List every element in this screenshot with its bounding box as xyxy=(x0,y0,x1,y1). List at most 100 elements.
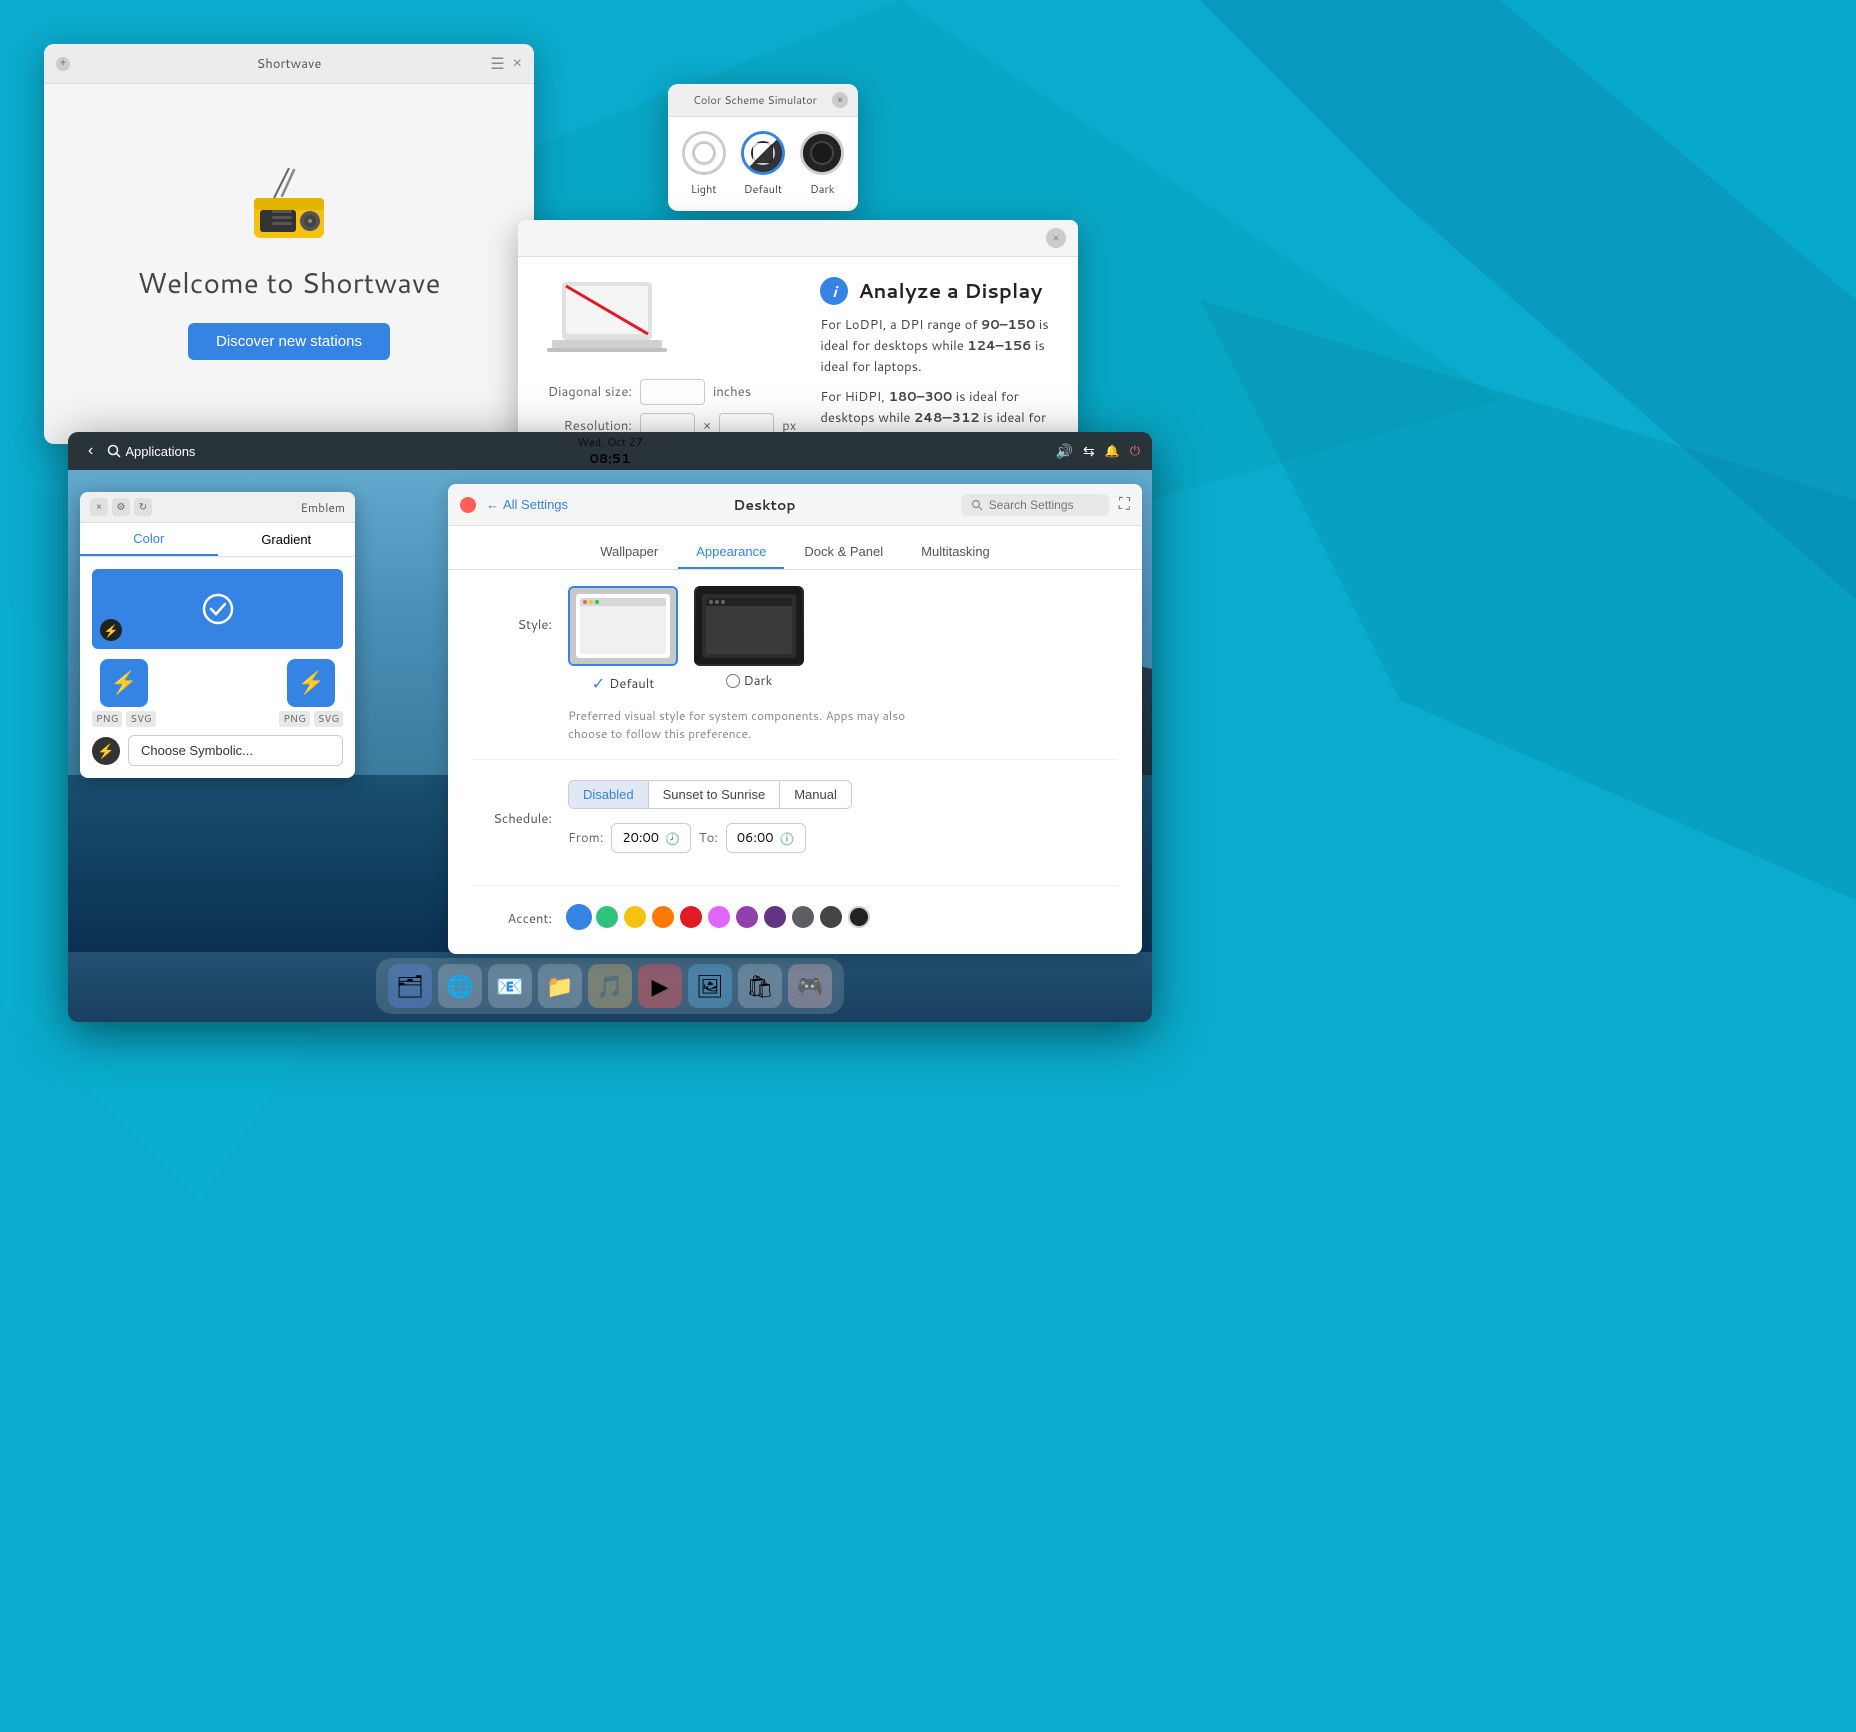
dock-item-browser[interactable]: 🌐 xyxy=(438,964,482,1008)
cs-label-dark: Dark xyxy=(810,181,834,197)
style-desc: Preferred visual style for system compon… xyxy=(568,707,908,743)
shortwave-close-btn[interactable]: × xyxy=(513,54,522,74)
emblem-title: Emblem xyxy=(300,499,345,516)
shortwave-main-content: Welcome to Shortwave Discover new statio… xyxy=(44,84,534,444)
schedule-sunset-btn[interactable]: Sunset to Sunrise xyxy=(649,781,781,808)
emblem-preview-area: ⚡ xyxy=(92,569,343,649)
accent-blue[interactable] xyxy=(568,906,590,928)
style-name-dark: Dark xyxy=(744,672,773,690)
taskbar: ‹ Applications Wed, Oct 27 08:51 🔊 ⇆ 🔔 ⏻ xyxy=(68,432,1152,470)
dock-item-mail[interactable]: 📧 xyxy=(488,964,532,1008)
style-section-label: Style: xyxy=(472,586,552,634)
settings-search-input[interactable] xyxy=(989,498,1099,512)
dock-item-music[interactable]: 🎵 xyxy=(588,964,632,1008)
settings-tab-dock-panel[interactable]: Dock & Panel xyxy=(786,536,901,569)
discover-stations-btn[interactable]: Discover new stations xyxy=(188,323,390,360)
desktop-settings-panel: ← All Settings Desktop ⛶ Wallpaper Appea… xyxy=(448,484,1142,954)
from-time-clock-icon: 🕗 xyxy=(665,830,680,847)
to-time-field: 06:00 🕕 xyxy=(726,823,806,853)
emblem-tab-gradient[interactable]: Gradient xyxy=(218,523,356,556)
schedule-manual-btn[interactable]: Manual xyxy=(780,781,851,808)
taskbar-apps-btn[interactable]: Applications xyxy=(107,444,195,459)
emblem-format-png-2: ⚡ PNG SVG xyxy=(279,659,343,727)
dock-item-multitasking[interactable]: 🗂 xyxy=(388,964,432,1008)
schedule-row: Disabled Sunset to Sunrise Manual xyxy=(568,780,852,809)
cs-option-light[interactable]: Light xyxy=(682,131,726,197)
search-icon xyxy=(107,444,121,458)
style-option-dark[interactable]: Dark xyxy=(694,586,804,695)
shortwave-menu-btn[interactable]: ☰ xyxy=(490,54,504,74)
emblem-format-png-1: ⚡ PNG SVG xyxy=(92,659,156,727)
shortwave-window: + Shortwave ☰ × Welcome to Shortwave Dis… xyxy=(44,44,534,444)
accent-black[interactable] xyxy=(848,906,870,928)
dock-item-files[interactable]: 📁 xyxy=(538,964,582,1008)
taskbar-volume-btn[interactable]: 🔊 xyxy=(1056,443,1073,460)
accent-red[interactable] xyxy=(680,906,702,928)
cs-circle-default xyxy=(741,131,785,175)
schedule-section: Schedule: Disabled Sunset to Sunrise Man… xyxy=(472,780,1118,886)
emblem-lightning-icon-1: ⚡ xyxy=(110,670,137,696)
style-option-default[interactable]: ✓ Default xyxy=(568,586,678,695)
emblem-format-label-2: PNG SVG xyxy=(279,711,343,727)
color-scheme-close-btn[interactable]: × xyxy=(832,92,848,108)
settings-tab-appearance[interactable]: Appearance xyxy=(678,536,784,569)
radio-icon xyxy=(244,168,334,243)
emblem-lightning-svg-btn[interactable]: ⚡ xyxy=(287,659,335,707)
diagonal-input[interactable] xyxy=(640,379,705,405)
from-time-value: 20:00 xyxy=(622,829,659,847)
emblem-tab-color[interactable]: Color xyxy=(80,523,218,556)
dock: 🗂 🌐 📧 📁 🎵 ▶ 🖼 🛍 🎮 xyxy=(376,958,844,1014)
accent-green[interactable] xyxy=(596,906,618,928)
cs-option-dark[interactable]: Dark xyxy=(800,131,844,197)
shortwave-window-controls: + xyxy=(56,57,70,71)
dock-item-appstore[interactable]: 🛍 xyxy=(738,964,782,1008)
cs-option-default[interactable]: Default xyxy=(741,131,785,197)
color-scheme-options: Light Default Dark xyxy=(668,117,858,211)
schedule-disabled-btn[interactable]: Disabled xyxy=(569,781,649,808)
taskbar-notification-btn[interactable]: 🔔 xyxy=(1105,444,1120,458)
emblem-info-btn[interactable]: ↻ xyxy=(134,498,152,516)
accent-orange[interactable] xyxy=(652,906,674,928)
shortwave-add-tab-btn[interactable]: + xyxy=(56,57,70,71)
cs-label-default: Default xyxy=(744,181,782,197)
emblem-lightning-small-icon: ⚡ xyxy=(104,622,119,639)
accent-pink[interactable] xyxy=(708,906,730,928)
accent-gray[interactable] xyxy=(792,906,814,928)
settings-close-btn[interactable] xyxy=(460,497,476,513)
settings-tab-wallpaper[interactable]: Wallpaper xyxy=(582,536,676,569)
emblem-settings-btn[interactable]: ⚙ xyxy=(112,498,130,516)
accent-yellow[interactable] xyxy=(624,906,646,928)
emblem-lightning-badge: ⚡ xyxy=(92,737,120,765)
appearance-content: Style: xyxy=(448,570,1142,940)
taskbar-time: 08:51 xyxy=(590,450,631,468)
style-radio-dark-input[interactable] xyxy=(726,674,740,688)
taskbar-back-btn[interactable]: ‹ xyxy=(80,438,101,464)
emblem-close-btn[interactable]: × xyxy=(90,498,108,516)
choose-symbolic-btn[interactable]: Choose Symbolic... xyxy=(128,735,343,766)
settings-back-btn[interactable]: ← All Settings xyxy=(486,497,568,512)
settings-expand-btn[interactable]: ⛶ xyxy=(1119,496,1130,514)
info-icon: i xyxy=(820,277,848,305)
emblem-window-controls: × ⚙ ↻ xyxy=(90,498,152,516)
settings-tab-multitasking[interactable]: Multitasking xyxy=(903,536,1008,569)
accent-deep-purple[interactable] xyxy=(764,906,786,928)
dock-item-videos[interactable]: ▶ xyxy=(638,964,682,1008)
settings-panel-title: Desktop xyxy=(578,495,951,515)
analyze-close-btn[interactable]: × xyxy=(1046,228,1066,248)
taskbar-power-btn[interactable]: ⏻ xyxy=(1130,443,1140,459)
diagonal-field-row: Diagonal size: inches xyxy=(542,379,796,405)
taskbar-network-btn[interactable]: ⇆ xyxy=(1083,443,1095,460)
emblem-lightning-png-btn[interactable]: ⚡ xyxy=(100,659,148,707)
dock-item-photos[interactable]: 🖼 xyxy=(688,964,732,1008)
all-settings-label: All Settings xyxy=(503,497,568,512)
back-arrow-icon: ← xyxy=(486,497,499,512)
style-check-icon: ✓ xyxy=(592,672,605,695)
accent-purple[interactable] xyxy=(736,906,758,928)
dock-item-extras[interactable]: 🎮 xyxy=(788,964,832,1008)
settings-titlebar: ← All Settings Desktop ⛶ xyxy=(448,484,1142,526)
shortwave-welcome-text: Welcome to Shortwave xyxy=(137,263,440,303)
accent-dark-gray[interactable] xyxy=(820,906,842,928)
shortwave-title: Shortwave xyxy=(257,55,322,73)
accent-colors xyxy=(568,906,908,928)
taskbar-left: ‹ Applications xyxy=(80,438,195,464)
